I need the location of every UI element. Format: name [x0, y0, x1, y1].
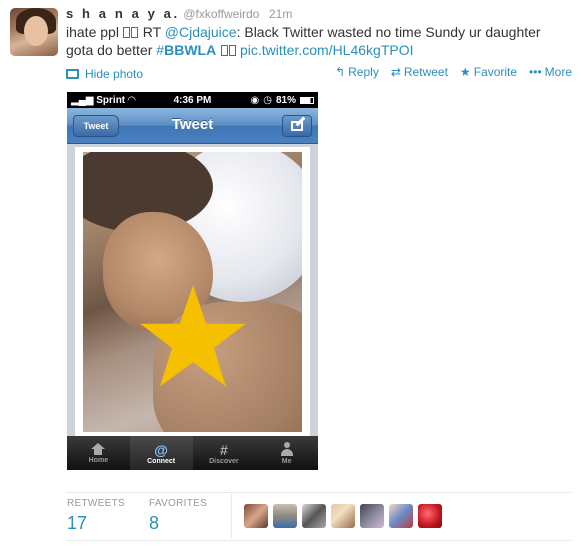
tweet-text-pre: ihate ppl	[66, 24, 119, 40]
unrenderable-emoji	[123, 23, 139, 41]
phone-tab-me: Me	[255, 436, 318, 470]
signal-icon: ▂▄▆	[71, 94, 97, 106]
at-sign-icon: @	[154, 441, 168, 458]
phone-tab-bar: Home @ Connect # Discover Me	[67, 436, 318, 470]
favorites-stat[interactable]: FAVORITES 8	[149, 498, 207, 534]
favorite-label: Favorite	[473, 65, 518, 79]
battery-icon	[300, 96, 314, 104]
favoriter-avatar[interactable]	[418, 504, 442, 528]
alarm-icon: ◷	[263, 94, 272, 106]
phone-tab-label: Home	[88, 456, 109, 464]
reply-icon: ↰	[335, 65, 346, 79]
censor-star-icon	[140, 285, 246, 387]
favorites-label: FAVORITES	[149, 498, 208, 509]
phone-status-bar: ▂▄▆ Sprint ◠ 4:36 PM ◉ ◷ 81%	[67, 92, 318, 108]
tweet-text-rt: RT	[142, 24, 161, 40]
phone-nav-bar: Tweet Tweet	[67, 108, 318, 144]
user-avatar[interactable]	[10, 8, 58, 56]
more-dots-icon: •••	[529, 65, 542, 79]
favoriter-avatar[interactable]	[302, 504, 326, 528]
attached-photo[interactable]: ▂▄▆ Sprint ◠ 4:36 PM ◉ ◷ 81% Tweet Tweet…	[67, 92, 318, 470]
phone-tab-label: Connect	[147, 457, 176, 465]
retweet-button[interactable]: ⇄ Retweet	[391, 65, 448, 79]
phone-tab-label: Me	[281, 457, 292, 465]
favoriter-avatars	[244, 504, 442, 528]
person-icon	[280, 441, 293, 456]
favoriter-avatar[interactable]	[273, 504, 297, 528]
phone-tab-label: Discover	[209, 457, 239, 465]
retweet-icon: ⇄	[390, 65, 401, 79]
retweets-count: 17	[67, 513, 88, 533]
stats-separator	[231, 494, 232, 538]
phone-tab-connect: @ Connect	[129, 436, 193, 470]
favoriter-avatar[interactable]	[244, 504, 268, 528]
favorites-count: 8	[149, 513, 160, 533]
embedded-photo	[83, 152, 302, 432]
favorite-button[interactable]: ★ Favorite	[460, 65, 517, 79]
favoriter-avatar[interactable]	[331, 504, 355, 528]
hashtag-link[interactable]: #BBWLA	[156, 42, 216, 58]
lock-rotation-icon: ◉	[250, 94, 260, 106]
user-handle[interactable]: @fxkoffweirdo	[183, 7, 259, 21]
hide-photo-button[interactable]: Hide photo	[66, 67, 143, 81]
photo-icon	[66, 69, 79, 79]
carrier-indicator: ▂▄▆ Sprint ◠	[71, 95, 136, 106]
hash-icon: #	[219, 441, 228, 458]
tweet-header: s h a n a y a. @fxkoffweirdo 21m	[66, 6, 292, 21]
favoriter-avatar[interactable]	[389, 504, 413, 528]
tweet-text: ihate ppl RT @Cjdajuice: Black Twitter w…	[66, 23, 571, 59]
tweet-timestamp[interactable]: 21m	[269, 7, 292, 21]
more-button[interactable]: ••• More	[529, 65, 572, 79]
stats-divider-top	[66, 492, 571, 493]
hashtag-text: BBWLA	[164, 42, 217, 58]
photo-link[interactable]: pic.twitter.com/HL46kgTPOI	[240, 42, 414, 58]
retweets-label: RETWEETS	[67, 498, 125, 509]
hashtag-prefix: #	[156, 42, 165, 58]
phone-status-right: ◉ ◷ 81%	[251, 95, 314, 106]
retweet-label: Retweet	[403, 65, 448, 79]
hide-photo-label: Hide photo	[85, 67, 144, 81]
reply-button[interactable]: ↰ Reply	[335, 65, 379, 79]
tweet-actions: ↰ Reply ⇄ Retweet ★ Favorite ••• More	[335, 65, 572, 79]
star-icon: ★	[459, 65, 471, 79]
phone-tab-home: Home	[67, 436, 130, 470]
retweets-stat[interactable]: RETWEETS 17	[67, 498, 125, 534]
phone-tab-discover: # Discover	[193, 436, 256, 470]
compose-icon	[282, 115, 312, 137]
avatar-face	[24, 16, 48, 46]
mention-link[interactable]: @Cjdajuice	[165, 24, 237, 40]
reply-label: Reply	[348, 65, 379, 79]
stats-divider-bottom	[66, 540, 571, 541]
favoriter-avatar[interactable]	[360, 504, 384, 528]
phone-nav-title: Tweet	[171, 116, 214, 133]
carrier-name: Sprint	[96, 94, 126, 106]
battery-percent: 81%	[275, 94, 296, 106]
user-fullname[interactable]: s h a n a y a.	[66, 6, 180, 21]
unrenderable-emoji	[220, 41, 236, 59]
home-icon	[91, 442, 106, 455]
wifi-icon: ◠	[127, 94, 136, 106]
more-label: More	[544, 65, 572, 79]
